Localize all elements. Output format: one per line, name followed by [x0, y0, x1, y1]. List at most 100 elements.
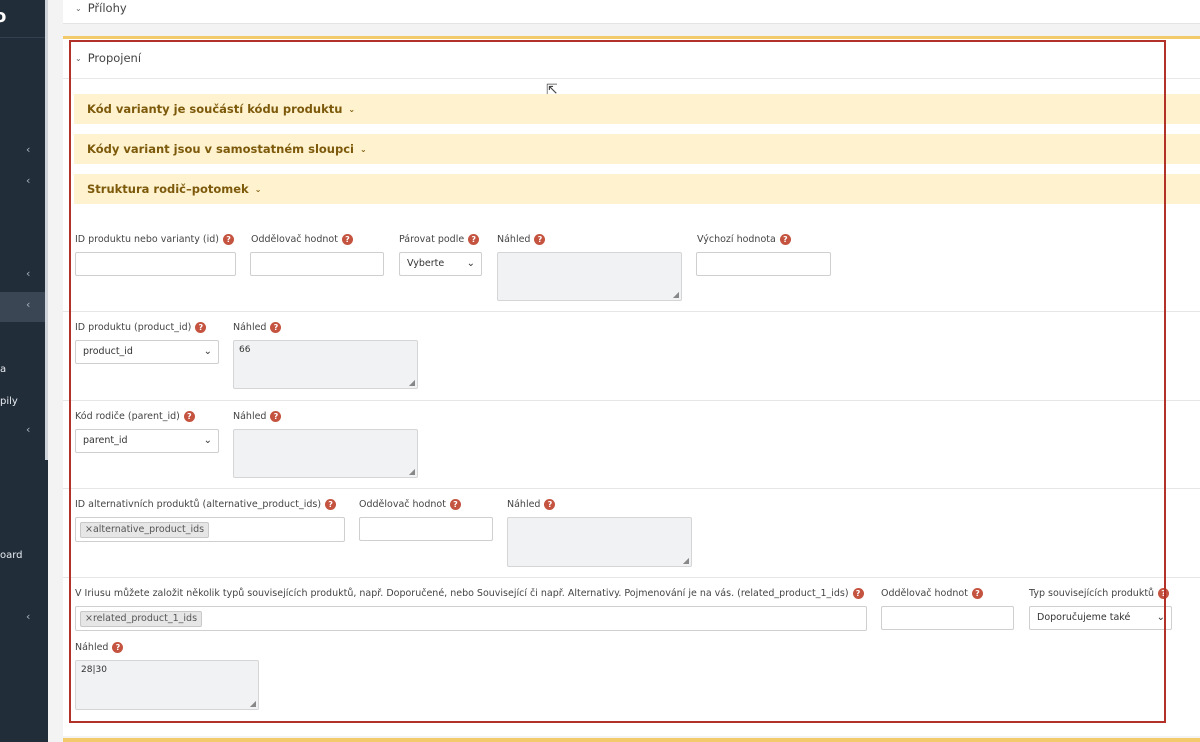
- select-value: Vyberte: [407, 258, 445, 269]
- help-icon[interactable]: ?: [270, 322, 282, 333]
- separator-label: Oddělovač hodnot?: [359, 499, 461, 510]
- sidebar-item-label[interactable]: oard: [0, 550, 23, 561]
- preview-label: Náhled?: [233, 411, 282, 422]
- chevron-left-icon[interactable]: ‹: [26, 423, 30, 436]
- preview-label: Náhled?: [233, 322, 282, 333]
- divider: [63, 577, 1200, 578]
- sidebar-item-label[interactable]: a: [0, 364, 6, 375]
- section-prilohy[interactable]: ⌄ Přílohy: [63, 0, 1200, 24]
- preview-label: Náhled?: [75, 642, 124, 653]
- help-icon[interactable]: ?: [544, 499, 556, 510]
- sidebar-active-item[interactable]: [0, 292, 45, 322]
- chevron-down-icon: ⌄: [1156, 612, 1165, 623]
- separator-input[interactable]: [881, 606, 1014, 630]
- next-section-border: [63, 738, 1200, 742]
- band-parent-child[interactable]: Struktura rodič–potomek ⌄: [74, 174, 1200, 204]
- chevron-down-icon: ⌄: [359, 145, 367, 154]
- section-title-prilohy[interactable]: ⌄ Přílohy: [75, 1, 127, 15]
- separator-input[interactable]: [359, 517, 493, 541]
- parent-id-select[interactable]: parent_id ⌄: [75, 429, 219, 453]
- help-icon[interactable]: ?: [449, 499, 461, 510]
- help-icon[interactable]: ?: [270, 411, 282, 422]
- related-ids-label: V Iriusu můžete založit několik typů sou…: [75, 588, 864, 599]
- band-variant-in-code[interactable]: Kód varianty je součástí kódu produktu ⌄: [74, 94, 1200, 124]
- preview-textarea[interactable]: 66 ◢: [233, 340, 418, 389]
- separator-input[interactable]: [250, 252, 384, 276]
- default-value-label: Výchozí hodnota?: [697, 234, 791, 245]
- product-id-label: ID produktu (product_id)?: [75, 322, 207, 333]
- chevron-down-icon: ⌄: [466, 258, 475, 269]
- related-type-select[interactable]: Doporučujeme také ⌄: [1029, 606, 1172, 630]
- label-text: Náhled: [75, 642, 109, 653]
- help-icon[interactable]: ?: [112, 642, 124, 653]
- resize-grip-icon[interactable]: ◢: [683, 556, 689, 565]
- help-icon[interactable]: ?: [534, 234, 546, 245]
- default-value-input[interactable]: [696, 252, 831, 276]
- band-label: Kódy variant jsou v samostatném sloupci: [87, 142, 354, 156]
- chevron-left-icon[interactable]: ‹: [26, 610, 30, 623]
- label-text: Párovat podle: [399, 234, 465, 245]
- chevron-left-icon[interactable]: ‹: [26, 298, 30, 311]
- mouse-pointer-icon: ⇱: [546, 82, 558, 98]
- select-value: product_id: [83, 346, 133, 357]
- sidebar-logo[interactable]: e o: [0, 0, 48, 38]
- band-variant-separate-column[interactable]: Kódy variant jsou v samostatném sloupci ⌄: [74, 134, 1200, 164]
- related-ids-input[interactable]: ×related_product_1_ids: [75, 606, 867, 631]
- separator-label: Oddělovač hodnot?: [251, 234, 353, 245]
- help-icon[interactable]: ?: [852, 588, 864, 599]
- section-header[interactable]: ⌄ Propojení: [63, 39, 1200, 79]
- help-icon[interactable]: ?: [223, 234, 235, 245]
- preview-value: 28|30: [81, 665, 107, 675]
- product-id-select[interactable]: product_id ⌄: [75, 340, 219, 364]
- selected-tag[interactable]: ×alternative_product_ids: [80, 522, 210, 538]
- label-text: ID produktu nebo varianty (id): [75, 234, 220, 245]
- selected-tag[interactable]: ×related_product_1_ids: [80, 611, 203, 627]
- parent-id-label: Kód rodiče (parent_id)?: [75, 411, 195, 422]
- preview-textarea[interactable]: ◢: [233, 429, 418, 478]
- chevron-left-icon[interactable]: ‹: [26, 267, 30, 280]
- chevron-down-icon: ⌄: [348, 105, 356, 114]
- preview-textarea[interactable]: ◢: [507, 517, 692, 567]
- pair-label: Párovat podle?: [399, 234, 480, 245]
- related-type-label: Typ souvisejících produktů?: [1029, 588, 1170, 599]
- chevron-down-icon: ⌄: [254, 185, 262, 194]
- help-icon[interactable]: ?: [195, 322, 207, 333]
- sidebar: e o ‹ ‹ ‹ ‹ a pily ‹ oard ‹: [0, 0, 48, 742]
- section-label: Propojení: [87, 51, 142, 65]
- label-text: Oddělovač hodnot: [251, 234, 338, 245]
- id-label: ID produktu nebo varianty (id)?: [75, 234, 235, 245]
- section-title-propojeni[interactable]: ⌄ Propojení: [75, 51, 141, 65]
- resize-grip-icon[interactable]: ◢: [409, 378, 415, 387]
- pair-select[interactable]: Vyberte ⌄: [399, 252, 482, 276]
- resize-grip-icon[interactable]: ◢: [673, 290, 679, 299]
- chevron-left-icon[interactable]: ‹: [26, 174, 30, 187]
- preview-textarea[interactable]: 28|30 ◢: [75, 660, 259, 710]
- help-icon[interactable]: ?: [468, 234, 480, 245]
- id-input[interactable]: [75, 252, 236, 276]
- section-label: Přílohy: [87, 1, 127, 15]
- alternative-ids-input[interactable]: ×alternative_product_ids: [75, 517, 345, 542]
- label-text: Typ souvisejících produktů: [1029, 588, 1155, 599]
- preview-textarea[interactable]: ◢: [497, 252, 682, 301]
- chevron-left-icon[interactable]: ‹: [26, 143, 30, 156]
- label-text: V Iriusu můžete založit několik typů sou…: [75, 588, 849, 599]
- help-icon[interactable]: ?: [325, 499, 337, 510]
- preview-label: Náhled?: [507, 499, 556, 510]
- chevron-down-icon: ⌄: [203, 346, 212, 357]
- divider: [63, 400, 1200, 401]
- logo-letter: o: [0, 6, 7, 27]
- help-icon[interactable]: ?: [779, 234, 791, 245]
- chevron-down-icon: ⌄: [75, 4, 82, 13]
- sidebar-item-label[interactable]: pily: [0, 396, 18, 407]
- help-icon[interactable]: ?: [341, 234, 353, 245]
- help-icon[interactable]: ?: [1158, 588, 1170, 599]
- chevron-down-icon: ⌄: [203, 435, 212, 446]
- label-text: Náhled: [497, 234, 531, 245]
- help-icon[interactable]: ?: [971, 588, 983, 599]
- chevron-down-icon: ⌄: [75, 54, 82, 63]
- label-text: Kód rodiče (parent_id): [75, 411, 180, 422]
- label-text: ID alternativních produktů (alternative_…: [75, 499, 322, 510]
- resize-grip-icon[interactable]: ◢: [250, 699, 256, 708]
- resize-grip-icon[interactable]: ◢: [409, 467, 415, 476]
- help-icon[interactable]: ?: [183, 411, 195, 422]
